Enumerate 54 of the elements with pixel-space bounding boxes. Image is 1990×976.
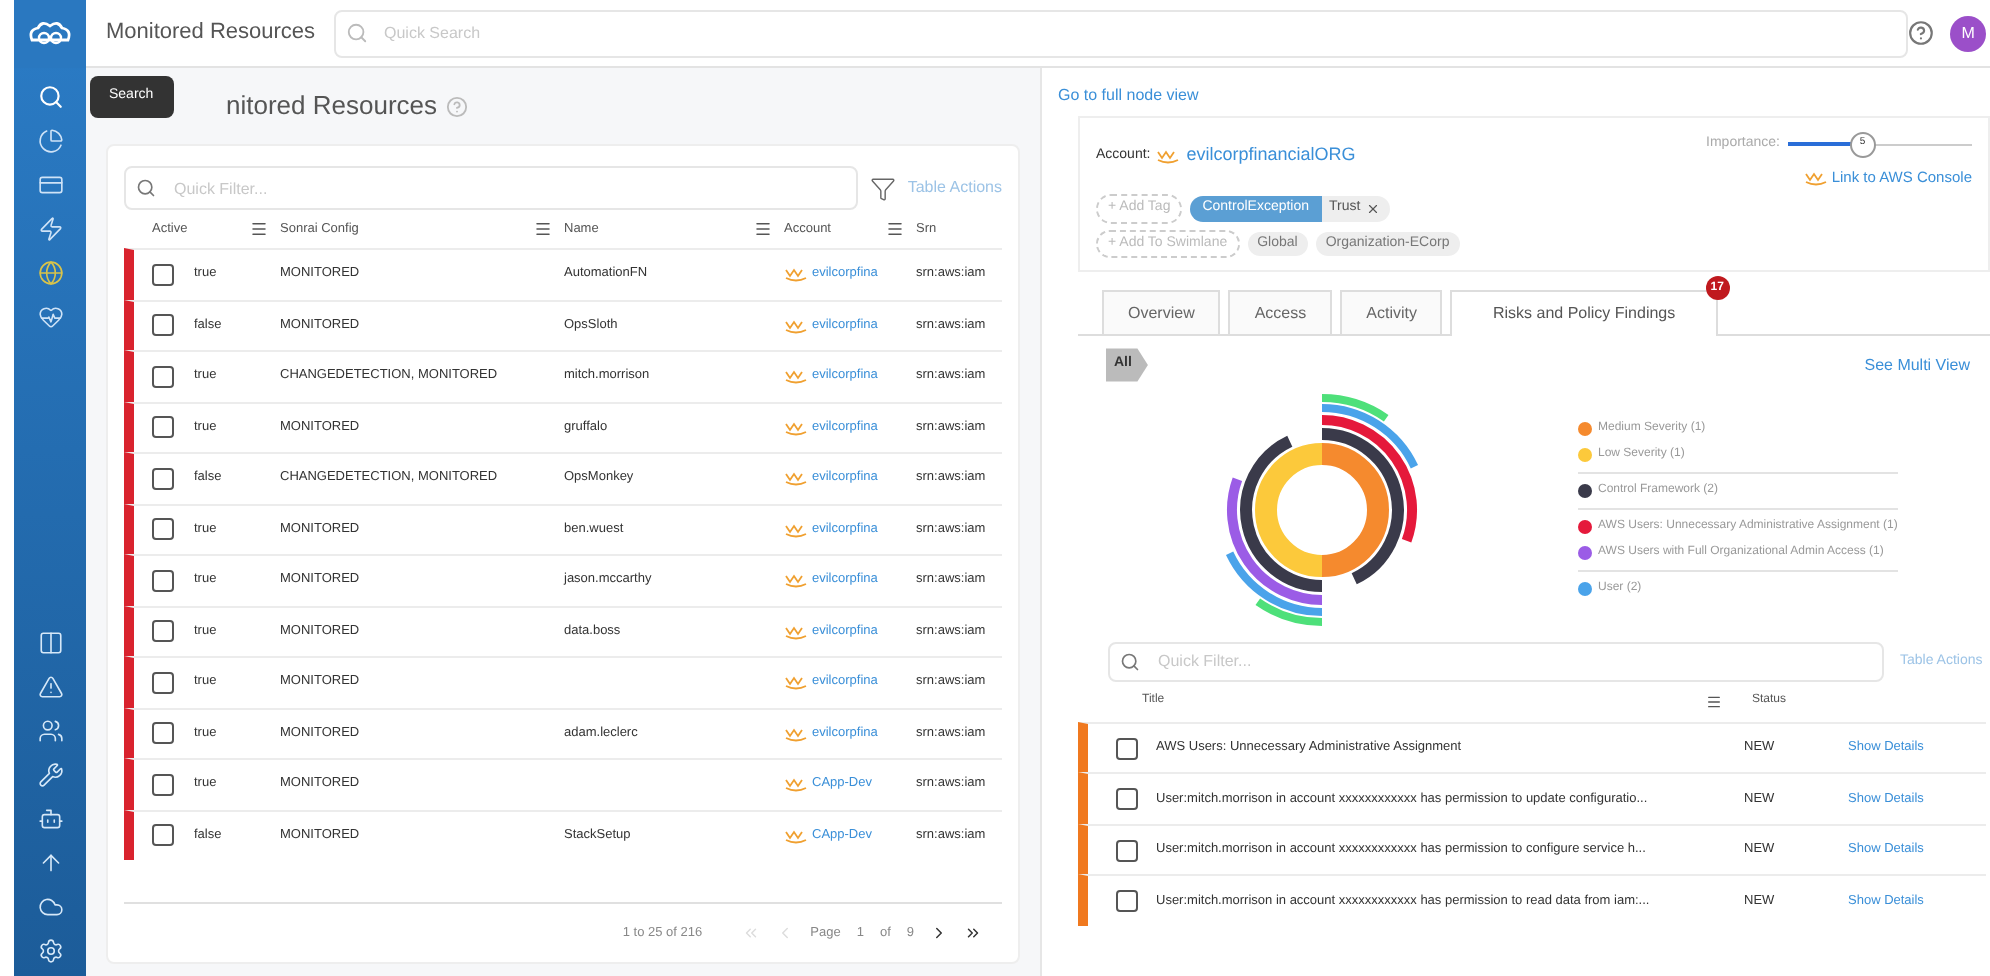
multi-view-link[interactable]: See Multi View	[1864, 353, 1970, 377]
column-menu-icon[interactable]	[250, 220, 268, 238]
heart-pulse-icon[interactable]	[37, 304, 63, 330]
checkbox[interactable]	[152, 569, 174, 592]
search-icon[interactable]	[37, 84, 63, 110]
column-menu-icon[interactable]	[754, 220, 772, 238]
checkbox[interactable]	[1116, 788, 1138, 810]
search-icon	[1120, 651, 1140, 672]
checkbox[interactable]	[152, 314, 174, 337]
checkbox[interactable]	[152, 365, 174, 388]
checkbox[interactable]	[1116, 737, 1138, 759]
filter-icon[interactable]	[869, 175, 896, 201]
checkbox[interactable]	[152, 671, 174, 694]
checkbox[interactable]	[1116, 890, 1138, 912]
full-node-view-link[interactable]: Go to full node view	[1058, 84, 1199, 108]
logo-icon	[26, 20, 74, 48]
next-page-icon[interactable]	[930, 924, 948, 942]
tab[interactable]: Activity	[1340, 290, 1443, 335]
pie-chart-icon[interactable]	[37, 128, 63, 154]
tab[interactable]: Overview	[1102, 290, 1221, 335]
checkbox[interactable]	[152, 620, 174, 643]
checkbox[interactable]	[152, 722, 174, 745]
column-menu-icon[interactable]	[886, 220, 904, 238]
checkbox[interactable]	[152, 416, 174, 439]
tab[interactable]: Access	[1228, 290, 1333, 335]
last-page-icon[interactable]	[964, 924, 982, 942]
avatar[interactable]: M	[1950, 15, 1986, 51]
tab[interactable]: Risks and Policy Findings	[1450, 290, 1718, 337]
search-icon	[136, 178, 156, 198]
checkbox[interactable]	[152, 263, 174, 286]
users-icon[interactable]	[37, 718, 63, 744]
warning-icon[interactable]	[37, 674, 63, 700]
checkbox[interactable]	[152, 518, 174, 541]
cloud-icon[interactable]	[37, 894, 63, 920]
checkbox[interactable]	[1116, 839, 1138, 861]
help-icon[interactable]	[1908, 20, 1935, 46]
card-icon[interactable]	[37, 172, 63, 198]
search-icon	[346, 22, 368, 44]
checkbox[interactable]	[152, 773, 174, 796]
robot-icon[interactable]	[37, 806, 63, 832]
column-menu-icon[interactable]	[1706, 693, 1722, 710]
wrench-icon[interactable]	[37, 762, 63, 788]
globe-icon[interactable]	[37, 260, 63, 286]
column-menu-icon[interactable]	[534, 220, 552, 238]
account-link[interactable]: evilcorpfinancialORG	[1186, 142, 1356, 169]
page-title: Monitored Resources	[104, 18, 318, 49]
columns-icon[interactable]	[37, 630, 63, 656]
up-arrow-icon[interactable]	[37, 850, 63, 876]
settings-icon[interactable]	[37, 938, 63, 964]
lightning-icon[interactable]	[37, 216, 63, 242]
close-icon[interactable]	[1366, 202, 1381, 216]
section-heading: nitored Resources	[226, 88, 437, 125]
checkbox[interactable]	[152, 824, 174, 847]
checkbox[interactable]	[152, 467, 174, 490]
